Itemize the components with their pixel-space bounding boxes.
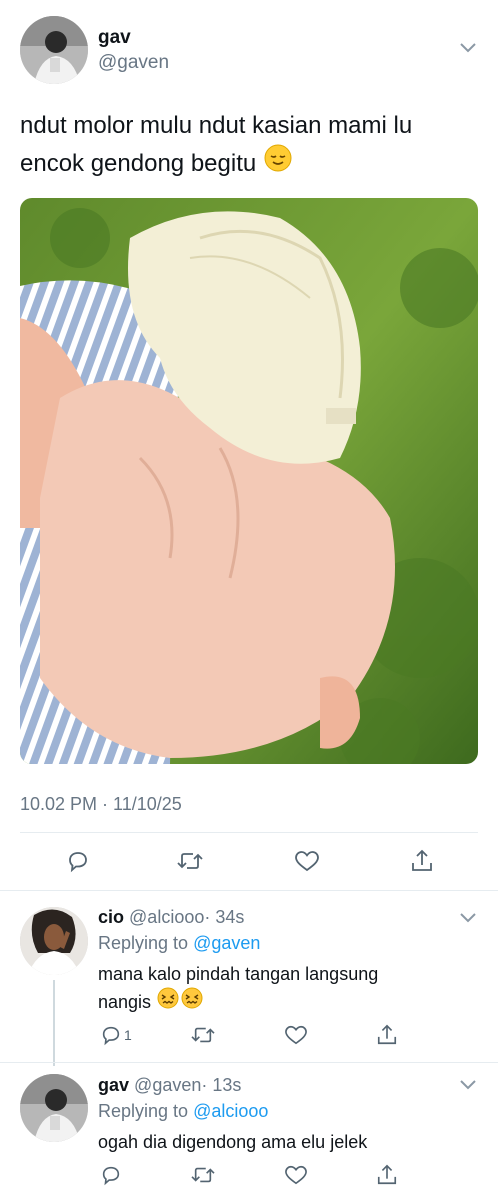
tweet-timestamp: 10.02 PM · 11/10/25 (20, 794, 182, 814)
author-handle[interactable]: @alciooo (129, 907, 204, 927)
avatar[interactable] (20, 16, 88, 84)
reply-icon[interactable] (100, 1164, 122, 1186)
divider (0, 890, 498, 891)
retweet-icon[interactable] (190, 1024, 216, 1046)
reply-text: mana kalo pindah tangan langsung nangis (98, 961, 478, 1016)
retweet-icon[interactable] (190, 1164, 216, 1186)
share-icon[interactable] (376, 1163, 398, 1187)
replying-to-label: Replying to (98, 1101, 189, 1121)
replying-to: Replying to @alciooo (98, 1100, 268, 1122)
replying-to: Replying to @gaven (98, 932, 260, 954)
like-icon[interactable] (284, 1164, 308, 1186)
tweet-text-line: ndut molor mulu ndut kasian mami lu (20, 112, 413, 139)
reply-time: · 34s (204, 907, 245, 927)
avatar[interactable] (20, 907, 88, 975)
replying-to-handle[interactable]: @alciooo (193, 1101, 268, 1121)
relieved-face-emoji-icon (264, 144, 292, 183)
tweet-photo[interactable] (20, 198, 478, 764)
share-icon[interactable] (410, 848, 434, 874)
like-icon[interactable] (284, 1024, 308, 1046)
reply-time: · 13s (201, 1075, 242, 1095)
tweet-text: ndut molor mulu ndut kasian mami lu enco… (20, 108, 490, 183)
reply-text-line: mana kalo pindah tangan langsung (98, 964, 379, 984)
retweet-icon[interactable] (176, 849, 204, 873)
author-name[interactable]: cio (98, 907, 124, 927)
confounded-face-emoji-icon (157, 987, 179, 1016)
chevron-down-icon[interactable] (458, 910, 478, 929)
chevron-down-icon[interactable] (458, 1077, 478, 1096)
reply-text: ogah dia digendong ama elu jelek (98, 1132, 368, 1152)
divider (20, 832, 478, 833)
like-icon[interactable] (294, 849, 320, 873)
author-handle[interactable]: @gaven (98, 52, 169, 74)
author-name[interactable]: gav (98, 1075, 129, 1095)
author-handle[interactable]: @gaven (134, 1075, 201, 1095)
replying-to-handle[interactable]: @gaven (193, 933, 260, 953)
reply-icon[interactable] (66, 849, 90, 873)
avatar[interactable] (20, 1074, 88, 1142)
chevron-down-icon[interactable] (458, 40, 478, 59)
replying-to-label: Replying to (98, 933, 189, 953)
reply-header: gav @gaven· 13s (98, 1074, 241, 1096)
confounded-face-emoji-icon (181, 987, 203, 1016)
author-name[interactable]: gav (98, 27, 131, 49)
thread-line (53, 980, 55, 1066)
reply-text-line: nangis (98, 987, 478, 1016)
tweet-text-line: encok gendong begitu (20, 144, 490, 183)
reply-text-line-2: nangis (98, 991, 152, 1012)
reply-header: cio @alciooo· 34s (98, 906, 244, 928)
reply-count: 1 (124, 1027, 132, 1043)
tweet-text-line-2: encok gendong begitu (20, 149, 257, 177)
reply-icon[interactable]: 1 (100, 1024, 132, 1046)
share-icon[interactable] (376, 1023, 398, 1047)
divider (0, 1062, 498, 1063)
